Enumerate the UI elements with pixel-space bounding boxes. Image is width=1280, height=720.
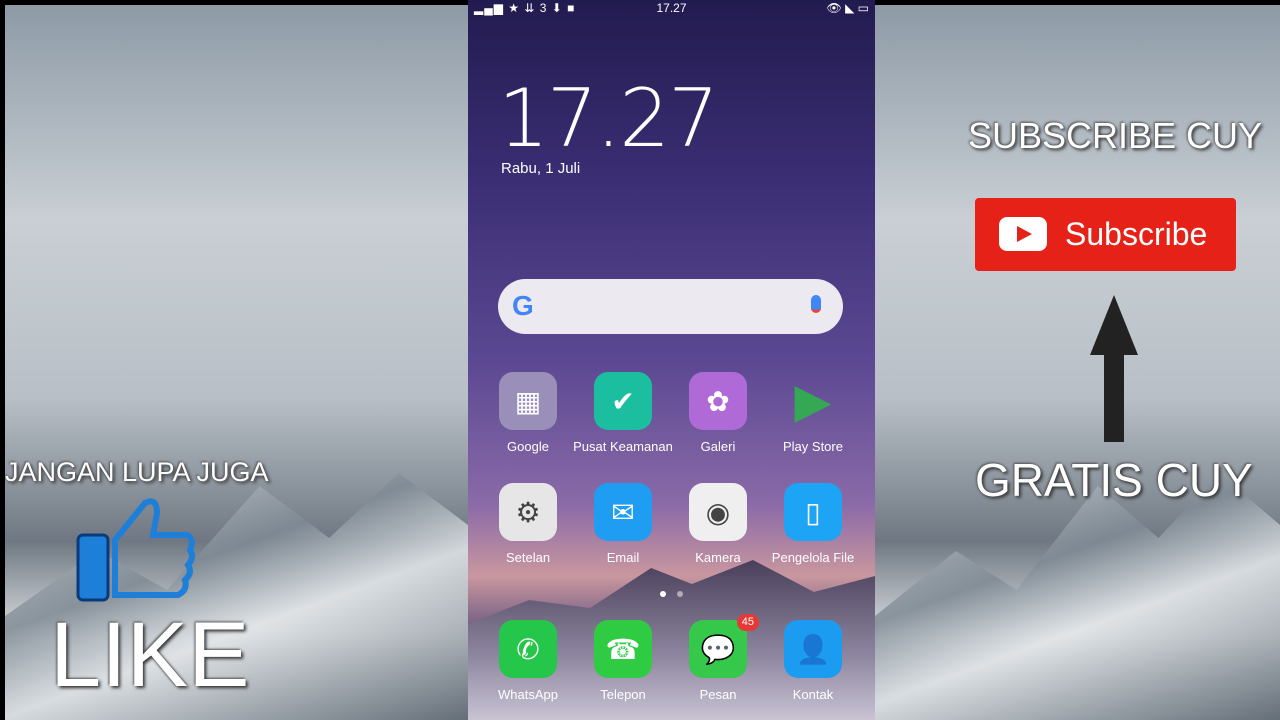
app-setelan[interactable]: ⚙ Setelan — [478, 483, 578, 565]
reminder-text: JANGAN LUPA JUGA — [5, 457, 269, 487]
gear-icon: ⚙ — [499, 483, 557, 541]
message-icon: 💬 45 — [689, 614, 759, 678]
camera-icon: ◉ — [689, 483, 747, 541]
app-label: Kontak — [792, 687, 834, 702]
free-caption: GRATIS CUY — [975, 454, 1253, 506]
status-bar: ▂▄▆ ★ ⇊ 3 ⬇ ■ 17.27 👁 ◣ ▭ — [468, 0, 875, 16]
whatsapp-icon: ✆ — [499, 620, 557, 678]
app-galeri[interactable]: ✿ Galeri — [668, 372, 768, 454]
app-whatsapp[interactable]: ✆ WhatsApp — [478, 620, 578, 702]
app-kamera[interactable]: ◉ Kamera — [668, 483, 768, 565]
app-pusat-keamanan[interactable]: ✔ Pusat Keamanan — [573, 372, 673, 454]
phone-icon: ☎ — [594, 620, 652, 678]
phone-home-screen: ▂▄▆ ★ ⇊ 3 ⬇ ■ 17.27 👁 ◣ ▭ 17.27 Rabu, 1 … — [468, 0, 875, 720]
google-logo-icon: G — [512, 290, 534, 321]
page-dot[interactable] — [677, 591, 683, 597]
subscribe-button[interactable]: Subscribe — [975, 198, 1236, 271]
app-label: WhatsApp — [498, 687, 558, 702]
app-pengelola-file[interactable]: ▯ Pengelola File — [763, 483, 863, 565]
app-label: Pusat Keamanan — [573, 439, 673, 454]
app-label: Google — [507, 439, 549, 454]
app-label: Play Store — [783, 439, 843, 454]
app-play-store[interactable]: ▶ Play Store — [763, 372, 863, 454]
subscribe-caption: SUBSCRIBE CUY — [968, 115, 1263, 156]
youtube-play-icon — [999, 217, 1047, 251]
status-time: 17.27 — [656, 1, 687, 15]
left-video-panel: JANGAN LUPA JUGA LIKE — [5, 5, 468, 720]
app-label: Kamera — [695, 550, 741, 565]
mic-icon[interactable] — [811, 295, 821, 313]
contact-icon: 👤 — [784, 620, 842, 678]
subscribe-label: Subscribe — [1065, 216, 1208, 252]
app-kontak[interactable]: 👤 Kontak — [763, 620, 863, 702]
flower-icon: ✿ — [689, 372, 747, 430]
app-email[interactable]: ✉ Email — [573, 483, 673, 565]
arrow-up-icon — [1090, 295, 1138, 442]
envelope-icon: ✉ — [594, 483, 652, 541]
like-text: LIKE — [50, 604, 250, 706]
app-label: Galeri — [700, 439, 736, 454]
app-label: Telepon — [600, 687, 646, 702]
folder-icon: ▦ — [499, 372, 557, 430]
app-label: Setelan — [505, 550, 551, 565]
page-dot-active[interactable] — [660, 591, 666, 597]
status-right-icons: 👁 ◣ ▭ — [826, 1, 869, 15]
google-search-bar[interactable]: G — [498, 279, 843, 334]
app-label: Pesan — [699, 687, 737, 702]
clock-widget[interactable]: 17.27 — [498, 72, 719, 165]
file-icon: ▯ — [784, 483, 842, 541]
notification-badge: 45 — [736, 614, 759, 631]
app-telepon[interactable]: ☎ Telepon — [573, 620, 673, 702]
thumbs-up-icon — [76, 498, 196, 602]
date-label: Rabu, 1 Juli — [501, 160, 581, 177]
app-label: Pengelola File — [771, 550, 855, 565]
app-pesan[interactable]: 💬 45 Pesan — [668, 614, 768, 702]
app-label: Email — [606, 550, 640, 565]
app-google[interactable]: ▦ Google — [478, 372, 578, 454]
play-store-icon: ▶ — [794, 374, 832, 428]
right-video-panel: SUBSCRIBE CUY Subscribe GRATIS CUY — [875, 5, 1280, 720]
shield-icon: ✔ — [594, 372, 652, 430]
